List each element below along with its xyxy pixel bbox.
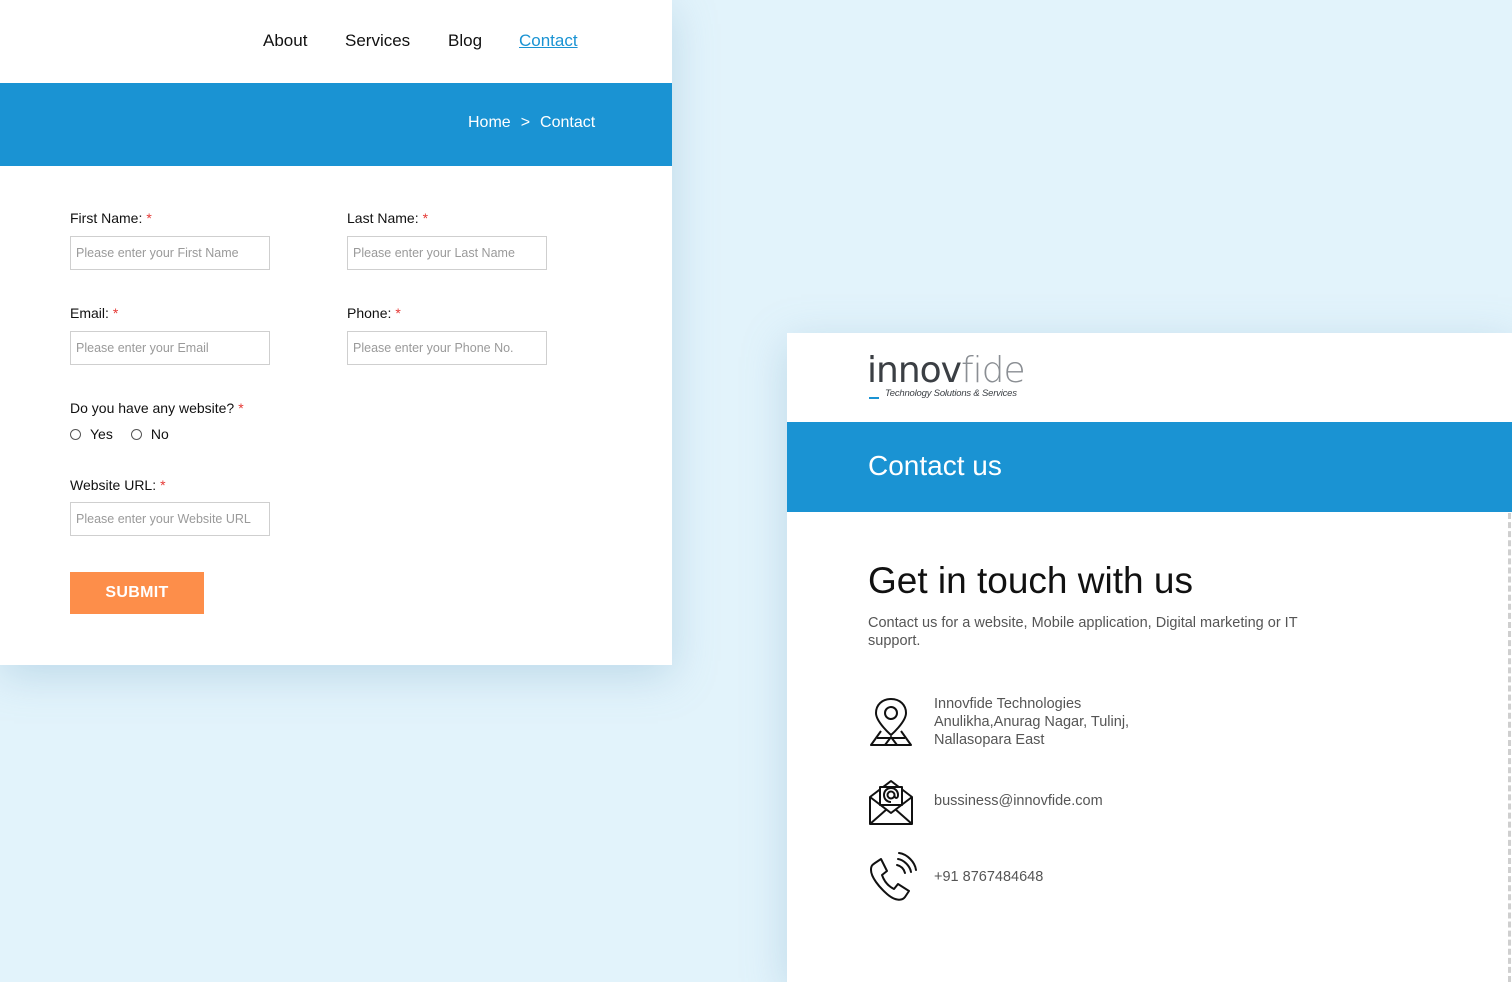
last-name-label: Last Name: * — [347, 210, 429, 226]
phone-ringing-icon — [867, 851, 917, 901]
nav-services[interactable]: Services — [345, 31, 410, 51]
first-name-input[interactable] — [70, 236, 270, 270]
submit-button[interactable]: SUBMIT — [70, 572, 204, 614]
breadcrumb-bar: Home > Contact — [0, 83, 672, 166]
required-mark: * — [146, 210, 152, 226]
dashed-divider — [1508, 513, 1511, 982]
required-mark: * — [395, 305, 401, 321]
contact-header-bar: Contact us — [787, 422, 1512, 512]
address-block: Innovfide Technologies Anulikha,Anurag N… — [934, 695, 1129, 749]
nav-blog[interactable]: Blog — [448, 31, 482, 51]
required-mark: * — [160, 477, 166, 493]
phone-label: Phone: * — [347, 305, 401, 321]
contact-email[interactable]: bussiness@innovfide.com — [934, 792, 1103, 810]
address-line-1: Innovfide Technologies — [934, 696, 1082, 712]
website-url-input[interactable] — [70, 502, 270, 536]
required-mark: * — [238, 400, 244, 416]
location-map-icon — [867, 695, 915, 746]
contact-info-card: innovfide Technology Solutions & Service… — [787, 333, 1512, 982]
nav-about[interactable]: About — [263, 31, 307, 51]
email-input[interactable] — [70, 331, 270, 365]
breadcrumb-current: Contact — [540, 114, 596, 131]
website-url-label: Website URL: * — [70, 477, 166, 493]
breadcrumb-separator: > — [520, 114, 531, 131]
address-line-3: Nallasopara East — [934, 732, 1045, 748]
website-radio-group: Yes No — [70, 426, 187, 442]
address-line-2: Anulikha,Anurag Nagar, Tulinj, — [934, 714, 1130, 730]
website-no-label[interactable]: No — [151, 426, 169, 442]
contact-phone[interactable]: +91 8767484648 — [934, 868, 1043, 886]
first-name-label: First Name: * — [70, 210, 152, 226]
envelope-at-icon — [867, 775, 915, 825]
website-yes-label[interactable]: Yes — [90, 426, 113, 442]
website-yes-radio[interactable] — [70, 428, 81, 440]
email-label: Email: * — [70, 305, 119, 321]
required-mark: * — [112, 305, 119, 321]
logo-tagline: Technology Solutions & Services — [885, 388, 1017, 399]
get-in-touch-heading: Get in touch with us — [868, 560, 1193, 601]
required-mark: * — [422, 210, 429, 226]
breadcrumb: Home > Contact — [468, 114, 595, 132]
contact-form-card: About Services Blog Contact Home > Contact… — [0, 0, 672, 665]
phone-input[interactable] — [347, 331, 547, 365]
contact-header-title: Contact us — [868, 450, 1002, 481]
innovfide-logo[interactable]: innovfide Technology Solutions & Service… — [867, 350, 1026, 401]
breadcrumb-home[interactable]: Home — [468, 114, 511, 132]
logo-accent-bar — [869, 397, 879, 399]
top-navigation: About Services Blog Contact — [0, 0, 672, 83]
get-in-touch-subtext: Contact us for a website, Mobile applica… — [868, 615, 1298, 649]
logo-wordmark: innovfide — [867, 350, 1026, 391]
website-question-label: Do you have any website? * — [70, 400, 244, 416]
nav-contact[interactable]: Contact — [519, 31, 578, 51]
website-no-radio[interactable] — [130, 428, 142, 440]
last-name-input[interactable] — [347, 236, 547, 270]
